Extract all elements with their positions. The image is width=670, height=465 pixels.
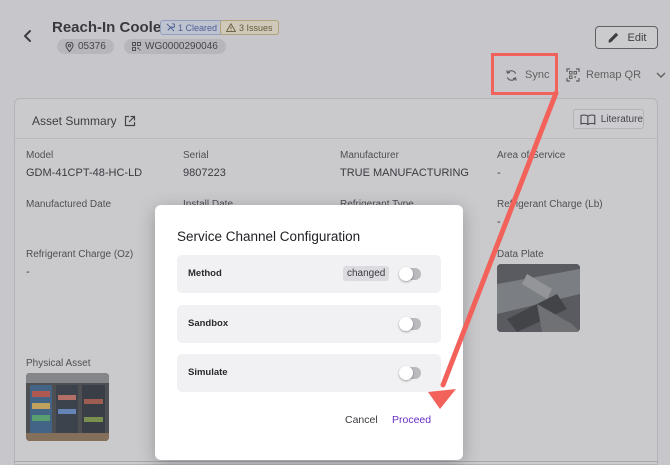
annotation-arrow	[428, 90, 559, 409]
